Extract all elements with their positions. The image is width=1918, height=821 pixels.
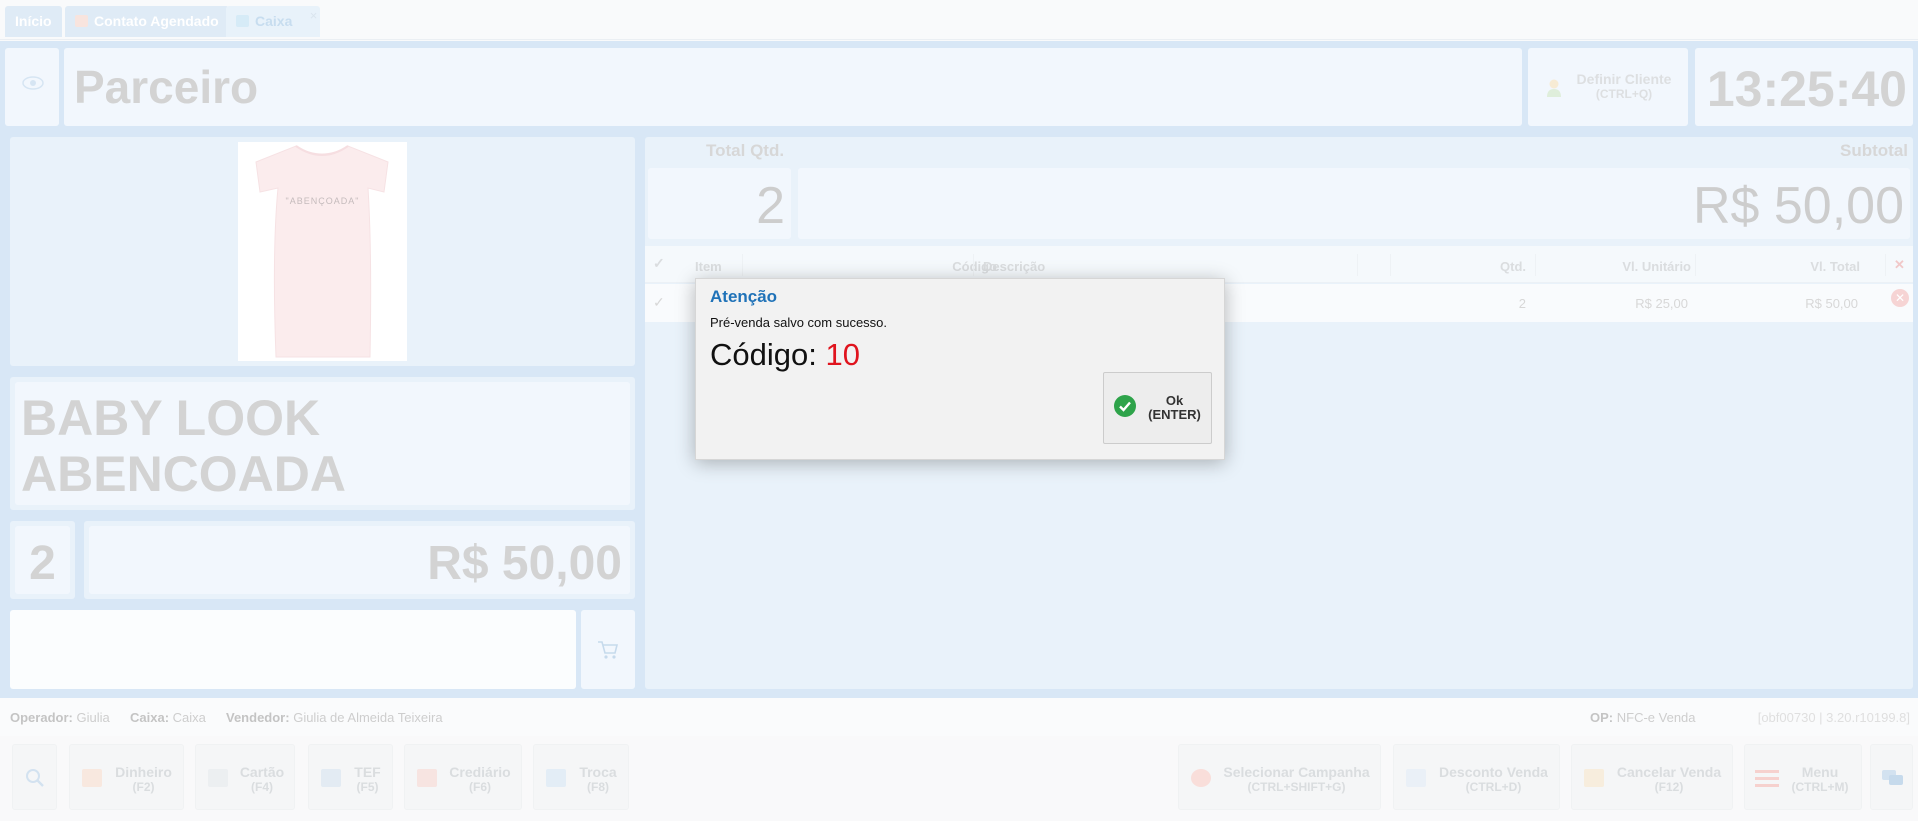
dialog-title: Atenção xyxy=(710,287,778,306)
ok-shortcut: (ENTER) xyxy=(1148,407,1201,422)
ok-label: Ok xyxy=(1165,393,1184,408)
dialog-code: Código: 10 xyxy=(710,337,860,373)
attention-dialog: Atenção Pré-venda salvo com sucesso. Cód… xyxy=(695,278,1225,460)
ok-button[interactable]: Ok (ENTER) xyxy=(1103,372,1212,444)
code-label: Código: xyxy=(710,337,817,372)
code-value: 10 xyxy=(825,337,860,372)
check-icon xyxy=(1114,395,1136,417)
dialog-message: Pré-venda salvo com sucesso. xyxy=(710,315,888,330)
